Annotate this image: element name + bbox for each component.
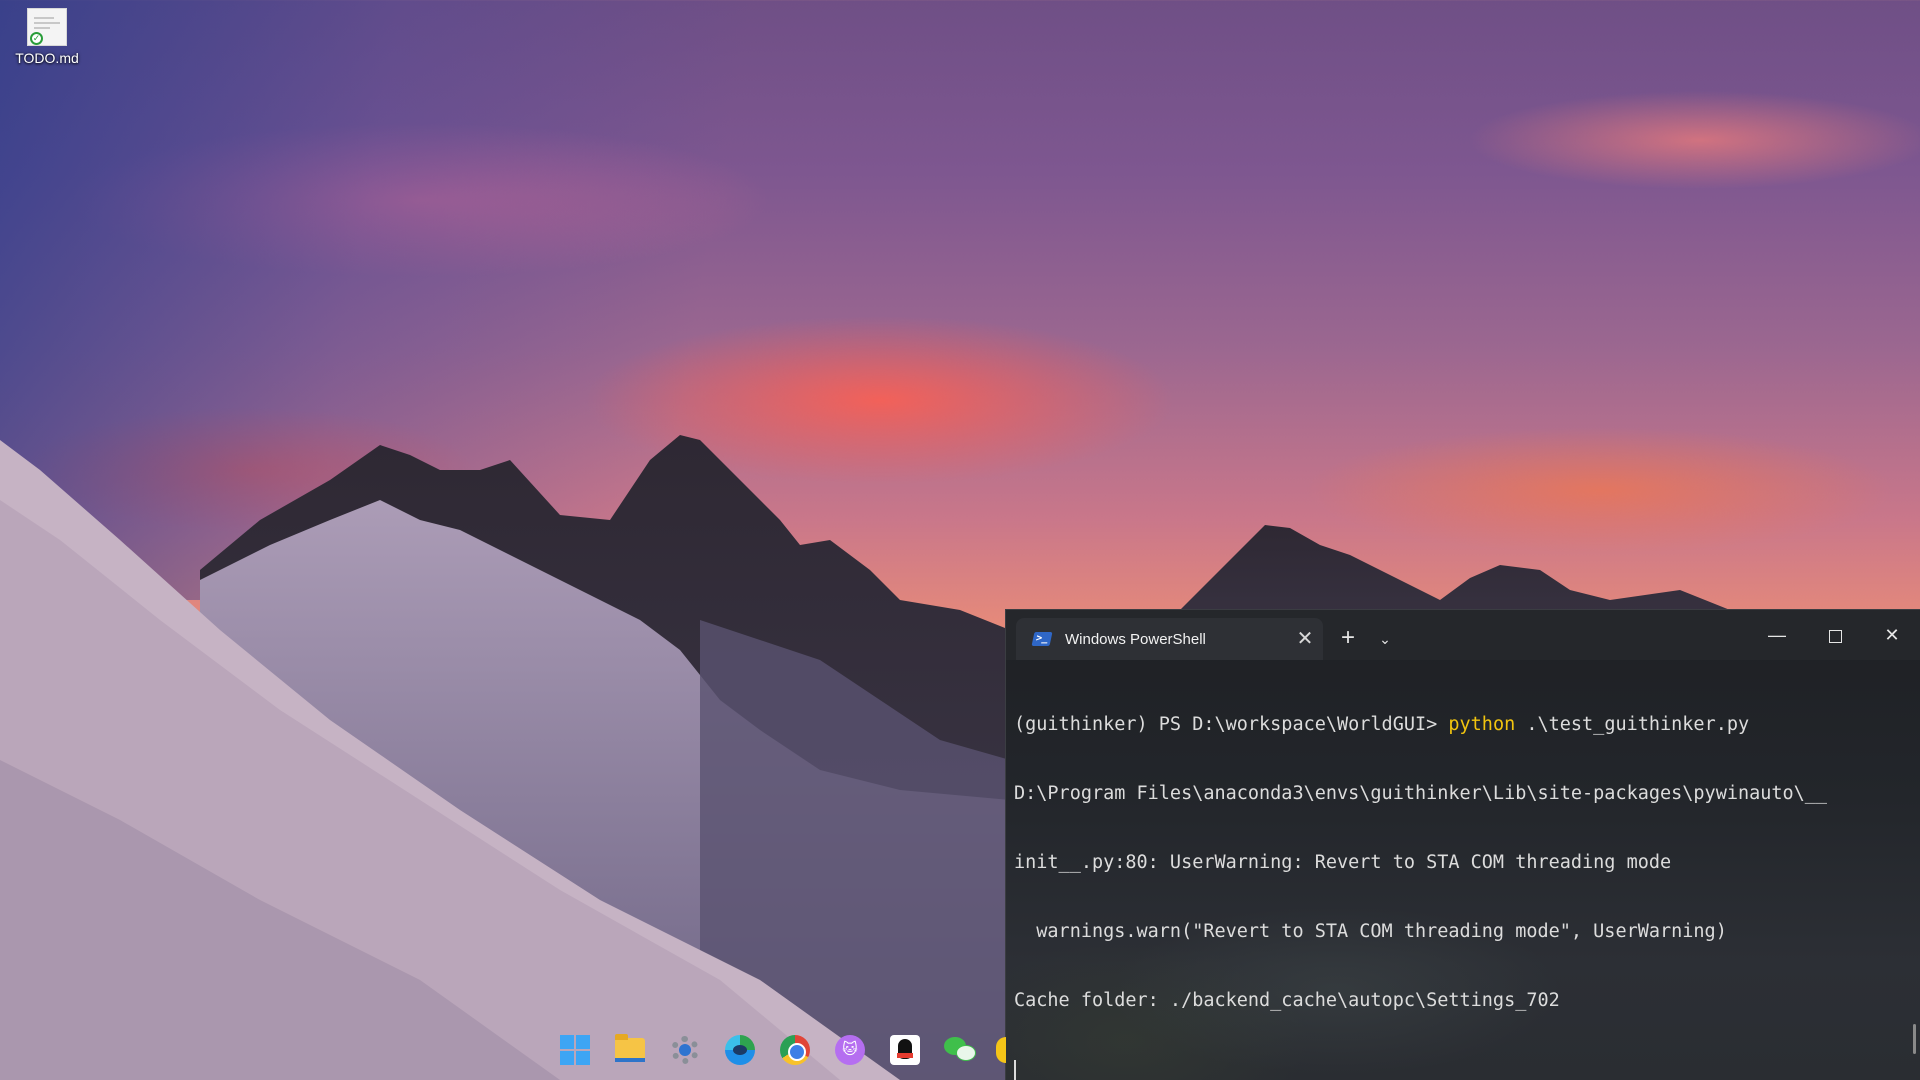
terminal-line: D:\Program Files\anaconda3\envs\guithink… [1014, 783, 1828, 804]
powershell-window[interactable]: >_ Windows PowerShell ✕ + ⌄ — ✕ (guithin… [1005, 609, 1920, 1080]
tab-close-icon[interactable]: ✕ [1287, 624, 1323, 654]
desktop-icon-todo[interactable]: ✓ TODO.md [8, 8, 86, 78]
taskbar-edge[interactable] [720, 1030, 760, 1070]
qq-penguin-icon [890, 1035, 920, 1065]
maximize-icon [1828, 629, 1842, 643]
terminal-titlebar[interactable]: >_ Windows PowerShell ✕ + ⌄ — ✕ [1006, 610, 1920, 660]
terminal-line: init__.py:80: UserWarning: Revert to STA… [1014, 852, 1672, 873]
new-tab-button[interactable]: + [1333, 624, 1363, 654]
minimize-button[interactable]: — [1748, 610, 1806, 660]
taskbar-partial-app[interactable] [995, 1030, 1007, 1070]
taskbar-chrome[interactable] [775, 1030, 815, 1070]
file-explorer-icon [615, 1034, 645, 1062]
terminal-cursor-line[interactable] [1014, 1058, 1900, 1080]
taskbar-wechat[interactable] [940, 1030, 980, 1070]
close-window-button[interactable]: ✕ [1863, 610, 1920, 660]
tab-title: Windows PowerShell [1065, 630, 1206, 648]
desktop-icon-label: TODO.md [15, 50, 79, 66]
prompt-text: (guithinker) PS D:\workspace\WorldGUI> [1014, 714, 1449, 735]
taskbar-file-explorer[interactable] [610, 1030, 650, 1070]
powershell-icon: >_ [1031, 632, 1053, 646]
taskbar-settings[interactable] [665, 1030, 705, 1070]
terminal-line-command: (guithinker) PS D:\workspace\WorldGUI> p… [1014, 713, 1900, 736]
maximize-button[interactable] [1806, 610, 1864, 660]
chevron-down-icon[interactable]: ⌄ [1370, 624, 1400, 654]
wechat-icon [944, 1037, 976, 1063]
markdown-file-icon: ✓ [27, 8, 67, 46]
terminal-output[interactable]: (guithinker) PS D:\workspace\WorldGUI> p… [1014, 667, 1900, 1080]
settings-gear-icon [671, 1036, 699, 1064]
windows-start-icon [560, 1035, 590, 1065]
command-keyword: python [1448, 714, 1516, 735]
cat-app-icon: 🐱 [835, 1035, 865, 1065]
tab-windows-powershell[interactable]: >_ Windows PowerShell ✕ [1016, 618, 1323, 660]
command-args: .\test_guithinker.py [1515, 714, 1750, 735]
taskbar-qq[interactable] [885, 1030, 925, 1070]
terminal-line: warnings.warn("Revert to STA COM threadi… [1014, 921, 1727, 942]
sync-check-icon: ✓ [30, 32, 43, 45]
taskbar-start[interactable] [555, 1030, 595, 1070]
terminal-line: Cache folder: ./backend_cache\autopc\Set… [1014, 990, 1560, 1011]
taskbar-cat-app[interactable]: 🐱 [830, 1030, 870, 1070]
partial-app-icon [996, 1037, 1006, 1063]
edge-browser-icon [725, 1035, 755, 1065]
scrollbar[interactable] [1913, 1024, 1916, 1054]
chrome-browser-icon [780, 1035, 810, 1065]
taskbar: 🐱 [555, 1030, 1022, 1070]
